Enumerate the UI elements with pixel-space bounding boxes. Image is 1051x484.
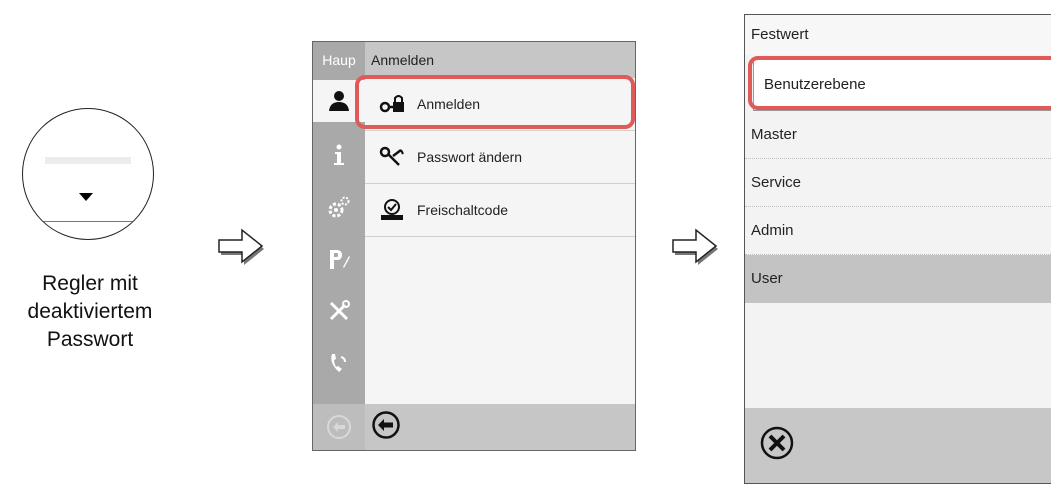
back-button-icon[interactable] [371, 410, 401, 445]
option-admin[interactable]: Admin [745, 207, 1051, 255]
knob-caption-line-1: Regler mit [42, 272, 138, 295]
service-tools-icon[interactable] [313, 290, 365, 332]
keys-icon [373, 146, 411, 168]
menu-item-label: Passwort ändern [417, 149, 523, 165]
screen-header-title: Anmelden [365, 42, 635, 78]
knob-caption-line-3: Passwort [46, 328, 134, 351]
bottom-bar [745, 408, 1051, 483]
user-level-highlight [748, 56, 1051, 110]
knob-down-arrow-icon [79, 193, 93, 201]
cancel-button-icon[interactable] [759, 425, 795, 466]
option-service[interactable]: Service [745, 159, 1051, 207]
back-disabled-icon [313, 404, 365, 450]
unlock-code-icon [373, 198, 411, 222]
flow-arrow-1-icon [218, 228, 264, 265]
knob-bottom-line [35, 221, 141, 222]
phone-icon[interactable] [313, 342, 365, 384]
screen-title: Festwert [745, 15, 1051, 55]
menu-item-passwort-aendern[interactable]: Passwort ändern [365, 131, 635, 184]
program-icon[interactable] [313, 238, 365, 280]
anmelden-highlight [355, 75, 635, 129]
menu-item-label: Freischaltcode [417, 202, 509, 218]
settings-icon[interactable] [313, 186, 365, 228]
option-master[interactable]: Master [745, 111, 1051, 159]
knob-caption-line-2: deaktiviertem [27, 300, 153, 323]
bottom-bar [365, 404, 635, 450]
knob-caption: Regler mit deaktiviertem Passwort [10, 270, 170, 354]
option-user[interactable]: User [745, 255, 1051, 303]
flow-arrow-2-icon [672, 228, 718, 265]
main-menu-tab[interactable]: Haup [313, 42, 365, 78]
knob-top-bar [45, 157, 131, 164]
control-knob[interactable] [22, 108, 154, 240]
menu-item-freischaltcode[interactable]: Freischaltcode [365, 184, 635, 237]
info-icon[interactable] [313, 134, 365, 176]
